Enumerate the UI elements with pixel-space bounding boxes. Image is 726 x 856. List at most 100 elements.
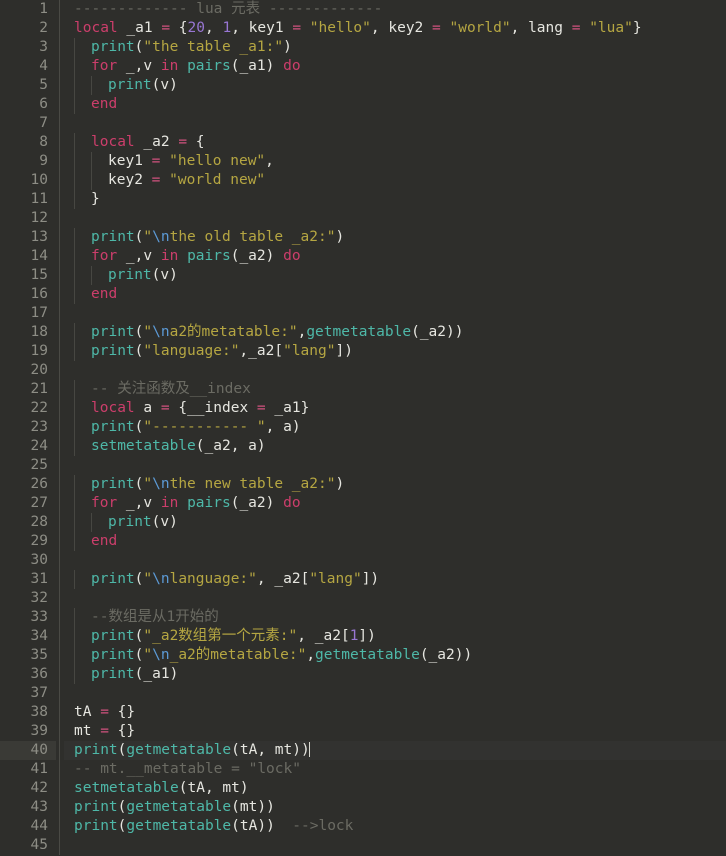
code-line[interactable]: 4 for _,v in pairs(_a1) do <box>0 57 726 76</box>
code-line[interactable]: 45 <box>0 836 726 855</box>
code-line-content[interactable]: end <box>64 285 726 304</box>
code-line[interactable]: 28 print(v) <box>0 513 726 532</box>
code-line[interactable]: 24 setmetatable(_a2, a) <box>0 437 726 456</box>
code-line[interactable]: 32 <box>0 589 726 608</box>
code-line[interactable]: 11} <box>0 190 726 209</box>
code-line[interactable]: 16 end <box>0 285 726 304</box>
code-line-content[interactable] <box>64 551 726 570</box>
code-line[interactable]: 41 -- mt.__metatable = "lock" <box>0 760 726 779</box>
line-number[interactable]: 4 <box>0 57 56 76</box>
code-line-content[interactable]: print(v) <box>64 76 726 95</box>
code-line[interactable]: 19 print("language:",_a2["lang"]) <box>0 342 726 361</box>
line-number[interactable]: 13 <box>0 228 56 247</box>
line-number[interactable]: 11 <box>0 190 56 209</box>
code-line[interactable]: 30 <box>0 551 726 570</box>
code-line-content[interactable]: print("\nlanguage:", _a2["lang"]) <box>64 570 726 589</box>
code-line-content[interactable] <box>64 836 726 855</box>
code-line-content[interactable]: print("_a2数组第一个元素:", _a2[1]) <box>64 627 726 646</box>
code-line-content[interactable]: local _a2 = { <box>64 133 726 152</box>
line-number[interactable]: 1 <box>0 0 56 19</box>
code-line[interactable]: 44 print(getmetatable(tA)) -->lock <box>0 817 726 836</box>
code-line[interactable]: 42 setmetatable(tA, mt) <box>0 779 726 798</box>
line-number[interactable]: 45 <box>0 836 56 855</box>
line-number[interactable]: 6 <box>0 95 56 114</box>
code-line[interactable]: 17 <box>0 304 726 323</box>
code-line[interactable]: 12 <box>0 209 726 228</box>
line-number[interactable]: 31 <box>0 570 56 589</box>
line-number[interactable]: 36 <box>0 665 56 684</box>
line-number[interactable]: 29 <box>0 532 56 551</box>
code-line[interactable]: 37 <box>0 684 726 703</box>
line-number[interactable]: 26 <box>0 475 56 494</box>
code-line[interactable]: 3 print("the table _a1:") <box>0 38 726 57</box>
line-number[interactable]: 7 <box>0 114 56 133</box>
code-line[interactable]: 38 tA = {} <box>0 703 726 722</box>
code-line-content[interactable]: print("\n_a2的metatable:",getmetatable(_a… <box>64 646 726 665</box>
line-number[interactable]: 21 <box>0 380 56 399</box>
code-line-content[interactable]: setmetatable(_a2, a) <box>64 437 726 456</box>
code-line-content[interactable]: print(getmetatable(tA)) -->lock <box>64 817 726 836</box>
line-number[interactable]: 17 <box>0 304 56 323</box>
line-number[interactable]: 30 <box>0 551 56 570</box>
code-line[interactable]: 40 print(getmetatable(tA, mt)) <box>0 741 726 760</box>
code-line-content[interactable]: end <box>64 532 726 551</box>
code-line-content[interactable]: -- mt.__metatable = "lock" <box>64 760 726 779</box>
code-line-content[interactable]: print("language:",_a2["lang"]) <box>64 342 726 361</box>
code-line[interactable]: 39 mt = {} <box>0 722 726 741</box>
code-line[interactable]: 43 print(getmetatable(mt)) <box>0 798 726 817</box>
code-line-content[interactable] <box>64 456 726 475</box>
line-number[interactable]: 27 <box>0 494 56 513</box>
code-line-content[interactable]: } <box>64 190 726 209</box>
code-line-content[interactable]: local _a1 = {20, 1, key1 = "hello", key2… <box>64 19 726 38</box>
code-line-content[interactable]: print(getmetatable(mt)) <box>64 798 726 817</box>
line-number[interactable]: 2 <box>0 19 56 38</box>
code-line[interactable]: 35 print("\n_a2的metatable:",getmetatable(… <box>0 646 726 665</box>
code-line-content[interactable]: print("the table _a1:") <box>64 38 726 57</box>
line-number[interactable]: 42 <box>0 779 56 798</box>
code-line-content[interactable]: ------------- lua 元表 ------------- <box>64 0 726 19</box>
code-line[interactable]: 22 local a = {__index = _a1} <box>0 399 726 418</box>
code-line-content[interactable]: for _,v in pairs(_a2) do <box>64 494 726 513</box>
code-line[interactable]: 18 print("\na2的metatable:",getmetatable(_… <box>0 323 726 342</box>
code-line[interactable]: 14 for _,v in pairs(_a2) do <box>0 247 726 266</box>
line-number[interactable]: 44 <box>0 817 56 836</box>
code-line[interactable]: 36 print(_a1) <box>0 665 726 684</box>
code-line-content[interactable]: print("----------- ", a) <box>64 418 726 437</box>
code-line-content[interactable] <box>64 304 726 323</box>
line-number[interactable]: 33 <box>0 608 56 627</box>
code-line-content[interactable] <box>64 209 726 228</box>
line-number[interactable]: 22 <box>0 399 56 418</box>
line-number[interactable]: 18 <box>0 323 56 342</box>
code-line[interactable]: 26 print("\nthe new table _a2:") <box>0 475 726 494</box>
line-number[interactable]: 8 <box>0 133 56 152</box>
code-line-content[interactable] <box>64 114 726 133</box>
code-line-content[interactable]: for _,v in pairs(_a1) do <box>64 57 726 76</box>
code-line[interactable]: 33 --数组是从1开始的 <box>0 608 726 627</box>
code-line[interactable]: 21 -- 关注函数及__index <box>0 380 726 399</box>
code-line[interactable]: 34 print("_a2数组第一个元素:", _a2[1]) <box>0 627 726 646</box>
code-line[interactable]: 5 print(v) <box>0 76 726 95</box>
line-number[interactable]: 34 <box>0 627 56 646</box>
line-number[interactable]: 12 <box>0 209 56 228</box>
line-number[interactable]: 5 <box>0 76 56 95</box>
line-number[interactable]: 40 <box>0 741 56 760</box>
code-line-content[interactable]: -- 关注函数及__index <box>64 380 726 399</box>
line-number[interactable]: 24 <box>0 437 56 456</box>
code-line-content[interactable] <box>64 684 726 703</box>
code-line[interactable]: 29 end <box>0 532 726 551</box>
line-number[interactable]: 23 <box>0 418 56 437</box>
code-line[interactable]: 6 end <box>0 95 726 114</box>
code-line-content[interactable]: print("\nthe new table _a2:") <box>64 475 726 494</box>
code-editor[interactable]: 1 ------------- lua 元表 ------------- 2 loca… <box>0 0 726 856</box>
code-line[interactable]: 31 print("\nlanguage:", _a2["lang"]) <box>0 570 726 589</box>
code-line[interactable]: 20 <box>0 361 726 380</box>
line-number[interactable]: 32 <box>0 589 56 608</box>
line-number[interactable]: 14 <box>0 247 56 266</box>
line-number[interactable]: 28 <box>0 513 56 532</box>
code-line-content[interactable]: tA = {} <box>64 703 726 722</box>
code-line-content[interactable]: --数组是从1开始的 <box>64 608 726 627</box>
line-number[interactable]: 39 <box>0 722 56 741</box>
line-number[interactable]: 37 <box>0 684 56 703</box>
line-number[interactable]: 38 <box>0 703 56 722</box>
line-number[interactable]: 15 <box>0 266 56 285</box>
